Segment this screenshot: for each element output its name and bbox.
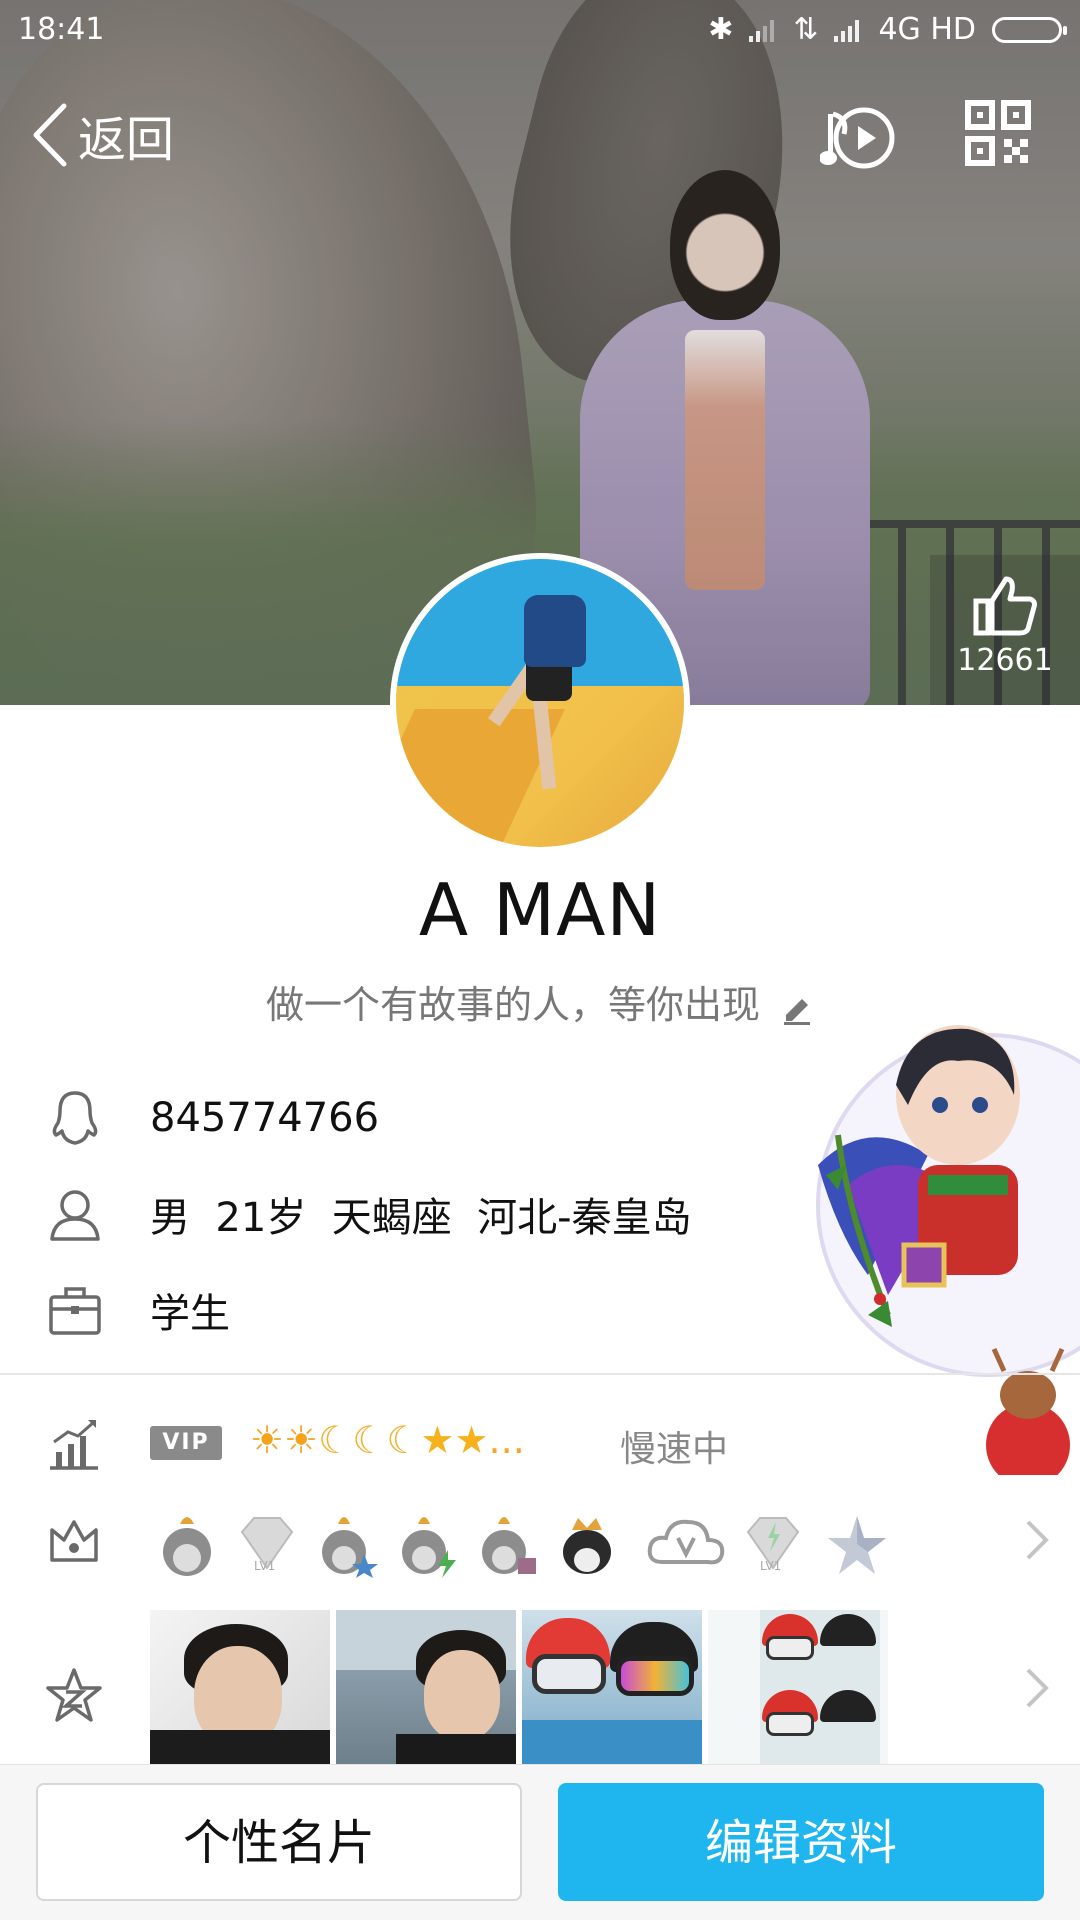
avatar-climber-body — [524, 595, 586, 667]
bluetooth-icon: ✱ — [708, 12, 734, 47]
occupation: 学生 — [150, 1291, 230, 1337]
diamond-lv1-badge: LV1 — [746, 1517, 800, 1573]
person-icon — [50, 1190, 100, 1241]
level-moon-icon: ☾ — [352, 1418, 387, 1462]
level-icons: ☀☀☾☾☾★★... — [250, 1418, 525, 1462]
level-status: 慢速中 — [620, 1429, 729, 1470]
like-button[interactable]: 12661 — [930, 555, 1080, 705]
penguin-lightning-badge — [402, 1517, 456, 1578]
occupation-row: 学生 — [0, 1262, 1080, 1358]
qzone-photo[interactable] — [522, 1610, 702, 1765]
svg-text:LV1: LV1 — [760, 1559, 781, 1573]
network-type: 4G HD — [878, 12, 976, 47]
status-bar: 18:41 ✱ ⇅ 4G HD — [0, 0, 1080, 60]
level-star-icon: ★ — [454, 1418, 489, 1462]
level-chart-icon — [50, 1420, 98, 1470]
level-star-icon: ★ — [420, 1418, 455, 1462]
penguin-gift-badge — [482, 1517, 536, 1574]
qr-code-glyph — [965, 100, 1031, 166]
photo-goggles — [766, 1636, 814, 1660]
qzone-photo[interactable] — [150, 1610, 330, 1765]
photo-jacket — [150, 1730, 330, 1765]
penguin-star-badge — [322, 1517, 378, 1578]
status-time: 18:41 — [18, 12, 105, 47]
data-transfer-icon: ⇅ — [793, 12, 819, 47]
star-badge — [828, 1516, 886, 1574]
back-button[interactable]: 返回 — [30, 100, 174, 170]
qr-code-icon[interactable] — [965, 100, 1041, 176]
signature-text: 做一个有故事的人，等你出现 — [265, 983, 760, 1027]
level-more: ... — [488, 1418, 525, 1462]
penguin-crown-badge — [563, 1518, 611, 1574]
status-indicators: ✱ ⇅ 4G HD — [708, 12, 1067, 47]
edit-profile-button[interactable]: 编辑资料 — [558, 1783, 1044, 1901]
level-sun-icon: ☀ — [250, 1418, 285, 1462]
photo-goggles — [532, 1654, 606, 1694]
penguin-icon — [52, 1091, 98, 1145]
music-play-icon[interactable] — [819, 100, 896, 176]
chevron-right-icon — [1026, 1520, 1049, 1560]
photo-goggles — [616, 1656, 694, 1696]
back-label: 返回 — [78, 112, 175, 168]
qzone-photo[interactable] — [336, 1610, 516, 1765]
svg-text:LV1: LV1 — [254, 1559, 275, 1573]
badge-row[interactable]: LV1 LV1 — [0, 1490, 1080, 1590]
basic-info: 男 21岁 天蝎座 河北-秦皇岛 — [150, 1195, 692, 1241]
signal-weak-icon — [749, 18, 777, 42]
photo-goggles — [766, 1712, 814, 1736]
qq-number-row: 845774766 — [0, 1070, 1080, 1166]
photo-jacket — [396, 1734, 516, 1765]
qq-number: 845774766 — [150, 1095, 380, 1141]
battery-icon — [992, 16, 1067, 43]
penguin-badge — [163, 1517, 211, 1576]
basic-info-row: 男 21岁 天蝎座 河北-秦皇岛 — [0, 1166, 1080, 1262]
avatar[interactable] — [390, 553, 690, 853]
diamond-lv1-badge: LV1 — [240, 1517, 294, 1573]
cloud-v-badge — [647, 1519, 725, 1565]
crown-badge-icon — [50, 1520, 98, 1562]
vip-tag: VIP — [150, 1426, 222, 1460]
like-count: 12661 — [957, 643, 1053, 678]
bottom-action-bar: 个性名片 编辑资料 — [0, 1764, 1080, 1920]
chevron-right-icon — [1026, 1668, 1049, 1708]
qzone-photo[interactable] — [708, 1610, 888, 1765]
section-divider — [0, 1373, 1080, 1375]
thumbs-up-icon — [973, 576, 1037, 636]
music-play-glyph — [819, 107, 895, 169]
nickname: A MAN — [418, 868, 662, 952]
qzone-photo-row[interactable] — [0, 1610, 1080, 1765]
profile-card-button[interactable]: 个性名片 — [36, 1783, 522, 1901]
qzone-star-icon — [46, 1668, 102, 1722]
photo-jacket — [522, 1720, 702, 1765]
level-moon-icon: ☾ — [318, 1418, 353, 1462]
briefcase-icon — [49, 1287, 101, 1335]
chevron-left-icon — [33, 103, 67, 167]
level-sun-icon: ☀ — [284, 1418, 319, 1462]
level-moon-icon: ☾ — [386, 1418, 421, 1462]
level-row[interactable]: VIP ☀☀☾☾☾★★... 慢速中 — [0, 1396, 1080, 1486]
signal-strong-icon — [834, 18, 862, 42]
photo-face — [424, 1650, 500, 1740]
